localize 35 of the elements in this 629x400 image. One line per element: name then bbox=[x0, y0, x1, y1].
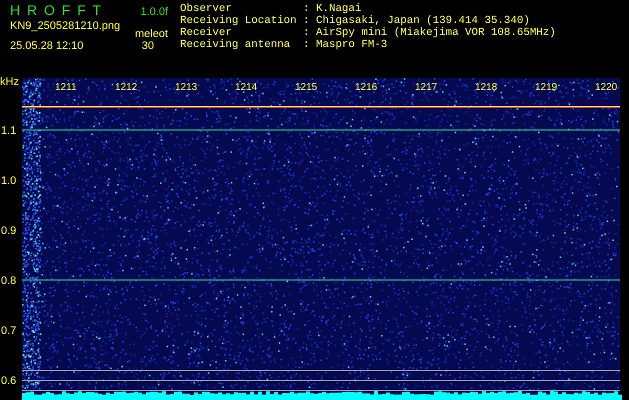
app-title: H R O F F T bbox=[10, 2, 101, 18]
time-label: 1220 bbox=[595, 82, 618, 93]
time-label: 1214 bbox=[235, 82, 258, 93]
info-value: Chigasaki, Japan (139.414 35.340) bbox=[316, 15, 530, 27]
info-label: Receiver bbox=[180, 27, 233, 39]
axis-label: 1.0 bbox=[1, 175, 16, 187]
time-label: 1215 bbox=[295, 82, 318, 93]
version-label: 1.0.0f bbox=[140, 6, 168, 18]
separator-colon: : bbox=[303, 27, 310, 39]
time-label: 1211 bbox=[55, 82, 77, 93]
file-name: KN9_2505281210.png bbox=[10, 20, 120, 32]
axis-label: 1.1 bbox=[1, 125, 16, 137]
time-label: 1216 bbox=[355, 82, 378, 93]
time-label: 1217 bbox=[415, 82, 438, 93]
count-value: 30 bbox=[142, 40, 155, 52]
time-label: 1219 bbox=[535, 82, 558, 93]
info-value: AirSpy mini (Miakejima VOR 108.65MHz) bbox=[316, 27, 556, 39]
info-value: Maspro FM-3 bbox=[316, 39, 388, 51]
info-label: Receiving antenna bbox=[180, 39, 292, 51]
separator-colon: : bbox=[303, 3, 310, 15]
mode-label: meleot bbox=[134, 28, 168, 40]
time-label: 1212 bbox=[115, 82, 138, 93]
time-label: 1213 bbox=[175, 82, 198, 93]
separator-colon: : bbox=[303, 15, 310, 27]
separator-colon: : bbox=[303, 39, 310, 51]
axis-label: 0.6 bbox=[1, 375, 16, 387]
axis-label: 0.8 bbox=[1, 275, 16, 287]
timestamp: 25.05.28 12:10 bbox=[10, 40, 84, 52]
info-value: K.Nagai bbox=[316, 3, 362, 15]
axis-label: 0.7 bbox=[1, 325, 16, 337]
axis-label: 0.9 bbox=[1, 225, 16, 237]
time-label: 1218 bbox=[475, 82, 498, 93]
axis-unit: kHz bbox=[0, 76, 19, 88]
info-label: Observer bbox=[180, 3, 233, 15]
info-label: Receiving Location bbox=[180, 15, 298, 27]
